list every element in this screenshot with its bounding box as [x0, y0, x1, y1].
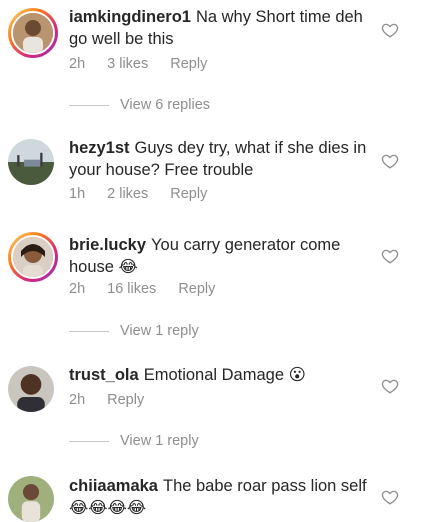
heart-outline-icon[interactable]: [381, 377, 399, 395]
avatar[interactable]: [8, 139, 54, 185]
comment-username[interactable]: trust_ola: [69, 366, 139, 384]
avatar[interactable]: [8, 232, 58, 282]
comment-text: hezy1st Guys dey try, what if she dies in…: [69, 137, 369, 181]
avatar-image: [13, 13, 53, 53]
comment-body: Emotional Damage 😮: [143, 366, 306, 384]
avatar-image: [8, 476, 54, 522]
heart-outline-icon[interactable]: [381, 152, 399, 170]
view-replies-label: View 6 replies: [120, 97, 211, 113]
likes-count-button[interactable]: 16 likes: [107, 281, 156, 297]
comment-username[interactable]: iamkingdinero1: [69, 8, 191, 26]
view-replies-label: View 1 reply: [120, 323, 199, 339]
comment-meta: 2h 3 likes Reply: [69, 56, 207, 72]
comment-text: iamkingdinero1 Na why Short time deh go w…: [69, 6, 369, 50]
avatar[interactable]: [8, 476, 54, 522]
comment-username[interactable]: hezy1st: [69, 139, 130, 157]
reply-button[interactable]: Reply: [170, 186, 207, 202]
avatar[interactable]: [8, 366, 54, 412]
replies-divider: [69, 104, 109, 106]
comment-meta: 2h 16 likes Reply: [69, 281, 215, 297]
comment-text: trust_ola Emotional Damage 😮: [69, 364, 369, 386]
comment-meta: 2h Reply: [69, 392, 144, 408]
comment-time: 1h: [69, 186, 86, 202]
heart-outline-icon[interactable]: [381, 247, 399, 265]
comment-meta: 1h 2 likes Reply: [69, 186, 207, 202]
heart-outline-icon[interactable]: [381, 21, 399, 39]
likes-count-button[interactable]: 2 likes: [107, 186, 148, 202]
replies-divider: [69, 330, 109, 332]
avatar-image: [8, 139, 54, 185]
comment-text: chiiaamaka The babe roar pass lion self 😂…: [69, 475, 369, 519]
comment-username[interactable]: brie.lucky: [69, 236, 146, 254]
replies-divider: [69, 440, 109, 442]
comment-time: 2h: [69, 392, 86, 408]
avatar-image: [8, 366, 54, 412]
reply-button[interactable]: Reply: [178, 281, 215, 297]
avatar[interactable]: [8, 8, 58, 58]
heart-outline-icon[interactable]: [381, 488, 399, 506]
comment-time: 2h: [69, 281, 86, 297]
view-replies-label: View 1 reply: [120, 433, 199, 449]
reply-button[interactable]: Reply: [107, 392, 144, 408]
comment-text: brie.lucky You carry generator come house…: [69, 234, 369, 278]
comment-time: 2h: [69, 56, 86, 72]
view-replies-button[interactable]: View 6 replies: [69, 97, 210, 113]
reply-button[interactable]: Reply: [170, 56, 207, 72]
view-replies-button[interactable]: View 1 reply: [69, 323, 199, 339]
comment-username[interactable]: chiiaamaka: [69, 477, 158, 495]
likes-count-button[interactable]: 3 likes: [107, 56, 148, 72]
avatar-image: [13, 237, 53, 277]
view-replies-button[interactable]: View 1 reply: [69, 433, 199, 449]
